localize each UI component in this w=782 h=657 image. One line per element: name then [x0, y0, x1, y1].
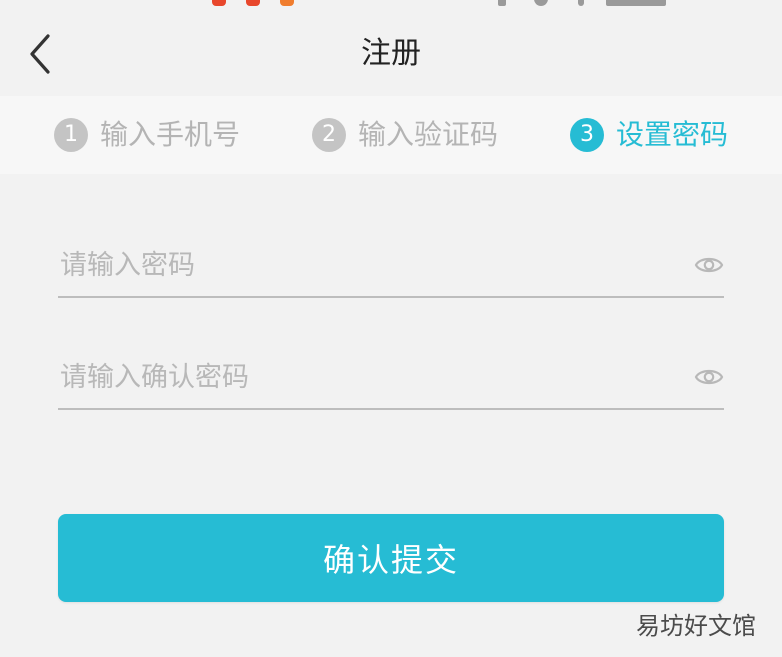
notification-icon — [212, 0, 226, 6]
step-label: 输入验证码 — [358, 118, 499, 151]
signal-icon — [498, 0, 506, 6]
eye-icon[interactable] — [694, 250, 724, 280]
step-number-circle: 2 — [312, 118, 346, 152]
status-bar — [0, 0, 782, 8]
battery-icon — [578, 0, 584, 6]
nav-header: 注册 — [0, 8, 782, 96]
step-number-circle: 3 — [570, 118, 604, 152]
step-label: 设置密码 — [616, 118, 729, 151]
register-screen: 注册 1 输入手机号 2 输入验证码 3 设置密码 确认提交 易坊好文馆 — [0, 0, 782, 657]
clock-icon — [534, 0, 548, 6]
step-number-circle: 1 — [54, 118, 88, 152]
eye-icon[interactable] — [694, 362, 724, 392]
step-label: 输入手机号 — [100, 118, 241, 151]
confirm-password-input[interactable] — [58, 348, 660, 406]
submit-button[interactable]: 确认提交 — [58, 514, 724, 602]
confirm-password-field — [58, 348, 724, 410]
step-1: 1 输入手机号 — [54, 116, 240, 154]
step-2: 2 输入验证码 — [312, 116, 498, 154]
notification-icon — [280, 0, 294, 6]
notification-icon — [246, 0, 260, 6]
step-3-active: 3 设置密码 — [570, 116, 728, 154]
password-field — [58, 236, 724, 298]
watermark: 易坊好文馆 — [636, 612, 756, 640]
page-title: 注册 — [361, 36, 421, 71]
network-icon — [606, 0, 666, 6]
step-indicator: 1 输入手机号 2 输入验证码 3 设置密码 — [0, 96, 782, 174]
password-input[interactable] — [58, 236, 660, 294]
